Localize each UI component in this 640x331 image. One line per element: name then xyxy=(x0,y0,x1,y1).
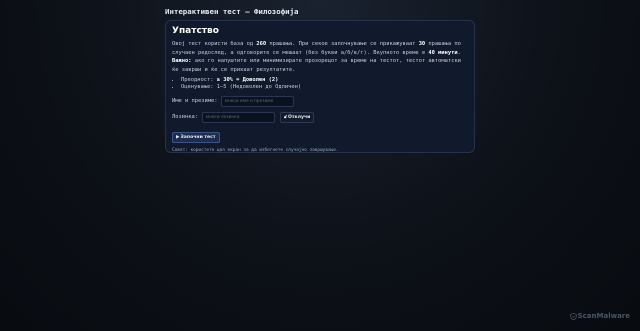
important-label: Важно: xyxy=(172,58,192,65)
time-limit: 40 минути xyxy=(428,49,458,56)
shield-icon xyxy=(569,312,577,320)
intro-text-5: ако го напуштите или минимизирате прозор… xyxy=(172,58,461,73)
rule-prefix: Преодност: xyxy=(181,77,217,84)
unlock-button[interactable]: 🔓︎ Отклучи xyxy=(280,111,315,123)
page-title: Интерактивен тест — Филозофија xyxy=(165,7,299,16)
password-row: Лозинка: 🔓︎ Отклучи xyxy=(172,111,468,123)
intro-text-2: прашања. При секое започнување се прикаж… xyxy=(266,41,419,47)
play-icon: ▶ xyxy=(176,135,180,141)
start-label: Започни тест xyxy=(180,135,216,141)
instructions-intro: Овој тест користи база од 260 прашања. П… xyxy=(172,40,468,74)
tip-text: Совет: користете цел екран за да избегне… xyxy=(172,148,339,154)
rules-list: Преодност: ≥ 30% = Доволен (2) Оценување… xyxy=(172,77,468,91)
instructions-heading: Упатство xyxy=(172,26,219,36)
name-label: Име и презиме: xyxy=(172,98,218,105)
intro-text-1: Овој тест користи база од xyxy=(172,41,257,47)
intro-text-4: . xyxy=(457,49,461,56)
unlock-label: Отклучи xyxy=(287,114,311,120)
brand-watermark: ScanMalware xyxy=(569,312,630,320)
name-row: Име и презиме: xyxy=(172,95,468,107)
lock-icon: 🔓︎ xyxy=(284,115,287,121)
instructions-card: Упатство Овој тест користи база од 260 п… xyxy=(165,20,475,153)
brand-name: ScanMalware xyxy=(577,312,630,320)
rule-item-grading: Оценување: 1–5 (Недоволен до Одличен) xyxy=(181,84,468,91)
password-label: Лозинка: xyxy=(172,114,198,121)
start-test-button[interactable]: ▶ Започни тест xyxy=(172,132,220,144)
rule-item-passing: Преодност: ≥ 30% = Доволен (2) xyxy=(181,77,468,84)
password-input[interactable] xyxy=(202,111,275,123)
rule-bold: ≥ 30% = Доволен (2) xyxy=(216,77,279,84)
rule-prefix: Оценување: 1–5 (Недоволен до Одличен) xyxy=(181,84,302,91)
name-input[interactable] xyxy=(221,95,294,107)
total-questions: 260 xyxy=(256,41,267,47)
